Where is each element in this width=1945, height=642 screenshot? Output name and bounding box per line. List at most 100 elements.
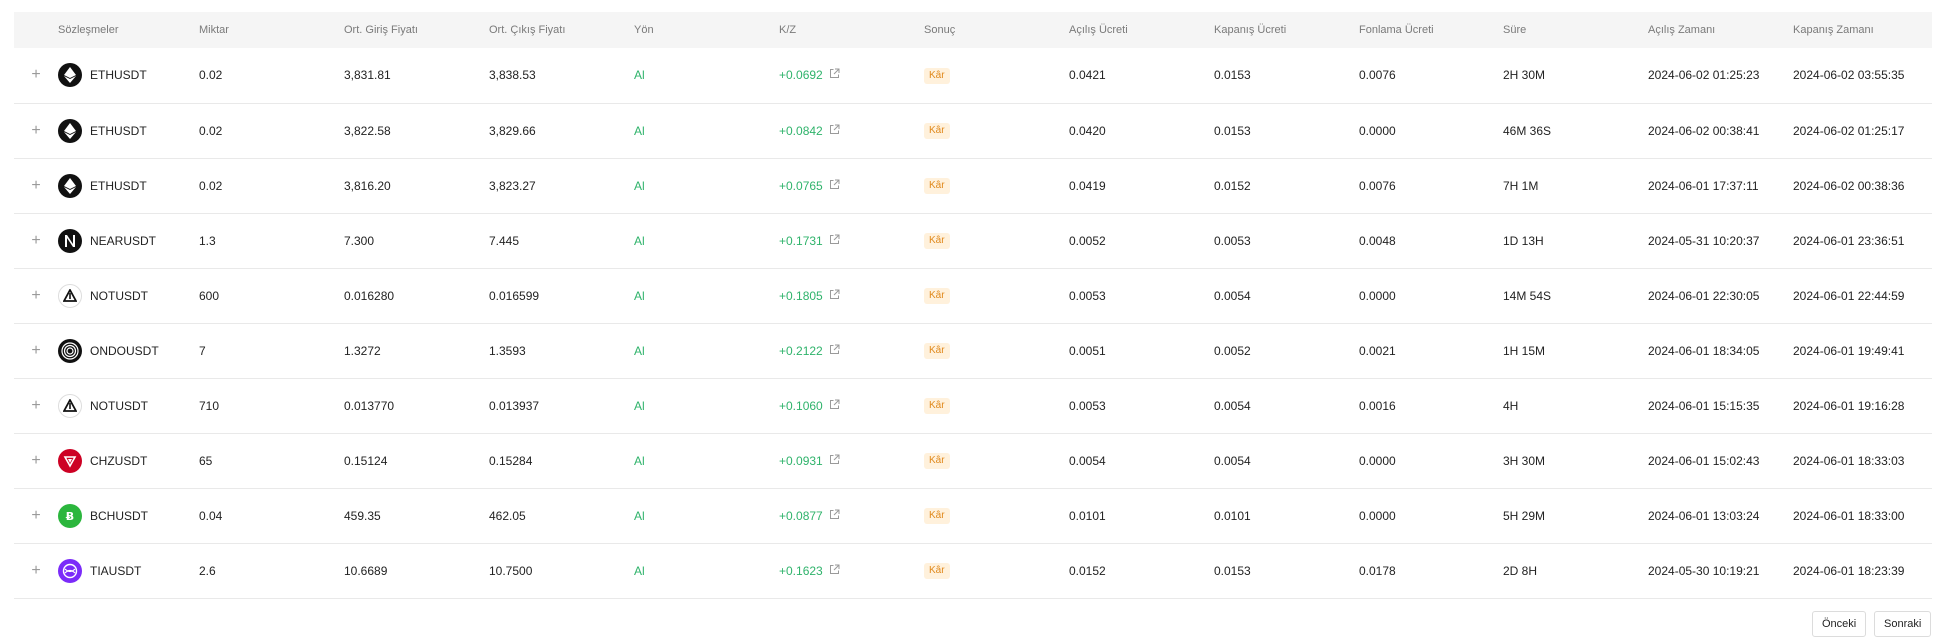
contract-cell: NEARUSDT: [58, 213, 199, 268]
svg-text:Ƀ: Ƀ: [66, 510, 74, 523]
table-row: + CHZUSDT 65 0.15124 0.15284 Al +0.0931 Kâr 0.00…: [14, 433, 1932, 488]
next-page-button[interactable]: Sonraki: [1874, 611, 1932, 637]
side-cell: Al: [634, 563, 645, 578]
share-icon[interactable]: [829, 344, 840, 358]
contract-cell: TIAUSDT: [58, 543, 199, 598]
near-icon: [58, 228, 82, 253]
trade-history-panel: Sözleşmeler Miktar Ort. Giriş Fiyatı Ort…: [14, 12, 1932, 599]
column-header-pnl: K/Z: [779, 24, 797, 36]
open-time-cell: 2024-06-01 15:15:35: [1648, 398, 1760, 413]
column-header-funding-fee: Fonlama Ücreti: [1359, 24, 1434, 36]
expand-row-button[interactable]: +: [14, 378, 58, 433]
quantity-cell: 1.3: [199, 233, 216, 248]
column-header-duration: Süre: [1503, 24, 1527, 36]
open-time-cell: 2024-05-31 10:20:37: [1648, 233, 1760, 248]
expand-row-button[interactable]: +: [14, 213, 58, 268]
share-icon[interactable]: [829, 564, 840, 578]
pnl-cell: +0.1731: [779, 213, 924, 268]
close-time-cell: 2024-06-02 00:38:36: [1793, 178, 1905, 193]
result-badge: Kâr: [924, 343, 950, 359]
pnl-cell: +0.1805: [779, 268, 924, 323]
duration-cell: 2H 30M: [1503, 68, 1546, 83]
contract-cell: NOTUSDT: [58, 268, 199, 323]
contract-cell: ONDOUSDT: [58, 323, 199, 378]
quantity-cell: 0.02: [199, 178, 223, 193]
share-icon[interactable]: [829, 399, 840, 413]
funding-fee-cell: 0.0000: [1359, 288, 1396, 303]
expand-row-button[interactable]: +: [14, 103, 58, 158]
column-header-open-fee: Açılış Ücreti: [1069, 24, 1128, 36]
side-cell: Al: [634, 178, 645, 193]
duration-cell: 2D 8H: [1503, 563, 1538, 578]
close-time-cell: 2024-06-01 18:33:03: [1793, 453, 1905, 468]
open-fee-cell: 0.0421: [1069, 68, 1106, 83]
avg-exit-price-cell: 10.7500: [489, 563, 533, 578]
avg-entry-price-cell: 459.35: [344, 508, 381, 523]
share-icon[interactable]: [829, 454, 840, 468]
column-header-close-time: Kapanış Zamanı: [1793, 24, 1874, 36]
trade-history-table: Sözleşmeler Miktar Ort. Giriş Fiyatı Ort…: [14, 12, 1932, 599]
contract-cell: ETHUSDT: [58, 158, 199, 213]
result-badge: Kâr: [924, 508, 950, 524]
column-header-close-fee: Kapanış Ücreti: [1214, 24, 1287, 36]
contract-symbol: ETHUSDT: [90, 123, 147, 138]
close-time-cell: 2024-06-02 01:25:17: [1793, 123, 1905, 138]
share-icon[interactable]: [829, 68, 840, 82]
result-cell: Kâr: [924, 323, 1069, 378]
open-fee-cell: 0.0053: [1069, 398, 1106, 413]
funding-fee-cell: 0.0178: [1359, 563, 1396, 578]
close-fee-cell: 0.0153: [1214, 123, 1251, 138]
open-time-cell: 2024-06-01 22:30:05: [1648, 288, 1760, 303]
notcoin-icon: [58, 393, 82, 418]
result-badge: Kâr: [924, 123, 950, 139]
expand-row-button[interactable]: +: [14, 48, 58, 103]
chiliz-icon: [58, 448, 82, 473]
result-cell: Kâr: [924, 213, 1069, 268]
avg-exit-price-cell: 0.013937: [489, 398, 540, 413]
previous-page-button[interactable]: Önceki: [1812, 611, 1867, 637]
contract-cell: CHZUSDT: [58, 433, 199, 488]
pnl-value: +0.1623: [779, 563, 823, 578]
column-header-open-time: Açılış Zamanı: [1648, 24, 1716, 36]
funding-fee-cell: 0.0048: [1359, 233, 1396, 248]
result-badge: Kâr: [924, 398, 950, 414]
table-row: + NOTUSDT 600 0.016280 0.016599 Al +0.1805 Kâr 0…: [14, 268, 1932, 323]
result-cell: Kâr: [924, 543, 1069, 598]
expand-row-button[interactable]: +: [14, 323, 58, 378]
avg-exit-price-cell: 7.445: [489, 233, 520, 248]
avg-exit-price-cell: 3,823.27: [489, 178, 536, 193]
share-icon[interactable]: [829, 124, 840, 138]
table-header-row: Sözleşmeler Miktar Ort. Giriş Fiyatı Ort…: [14, 12, 1932, 48]
avg-exit-price-cell: 0.15284: [489, 453, 533, 468]
share-icon[interactable]: [829, 179, 840, 193]
eth-icon: [58, 63, 82, 88]
contract-symbol: ETHUSDT: [90, 68, 147, 83]
share-icon[interactable]: [829, 289, 840, 303]
close-fee-cell: 0.0054: [1214, 453, 1251, 468]
contract-cell: ETHUSDT: [58, 103, 199, 158]
open-time-cell: 2024-06-01 18:34:05: [1648, 343, 1760, 358]
avg-exit-price-cell: 462.05: [489, 508, 526, 523]
open-fee-cell: 0.0420: [1069, 123, 1106, 138]
avg-entry-price-cell: 10.6689: [344, 563, 388, 578]
expand-row-button[interactable]: +: [14, 158, 58, 213]
side-cell: Al: [634, 453, 645, 468]
avg-exit-price-cell: 0.016599: [489, 288, 540, 303]
avg-entry-price-cell: 0.15124: [344, 453, 388, 468]
open-time-cell: 2024-06-01 17:37:11: [1648, 178, 1759, 193]
contract-symbol: TIAUSDT: [90, 563, 142, 578]
expand-row-button[interactable]: +: [14, 433, 58, 488]
result-badge: Kâr: [924, 67, 950, 84]
side-cell: Al: [634, 398, 645, 413]
funding-fee-cell: 0.0021: [1359, 343, 1396, 358]
table-row: + NEARUSDT 1.3 7.300 7.445 Al +0.1731 Kâr 0.0052…: [14, 213, 1932, 268]
expand-row-button[interactable]: +: [14, 543, 58, 598]
expand-row-button[interactable]: +: [14, 268, 58, 323]
share-icon[interactable]: [829, 234, 840, 248]
column-header-result: Sonuç: [924, 24, 956, 36]
duration-cell: 7H 1M: [1503, 178, 1539, 193]
share-icon[interactable]: [829, 509, 840, 523]
open-time-cell: 2024-06-02 00:38:41: [1648, 123, 1760, 138]
expand-row-button[interactable]: +: [14, 488, 58, 543]
side-cell: Al: [634, 233, 645, 248]
